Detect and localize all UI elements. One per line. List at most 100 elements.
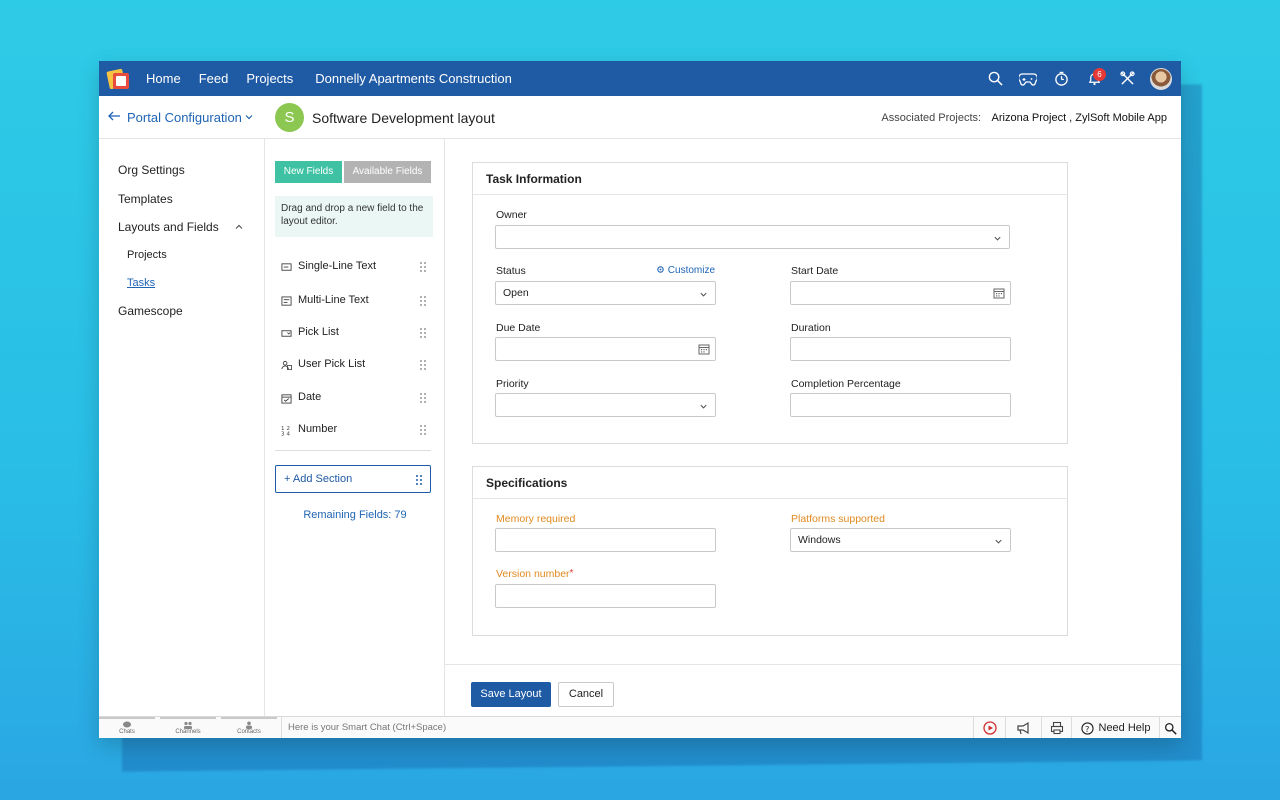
add-section-label: + Add Section bbox=[284, 473, 353, 485]
duration-field[interactable] bbox=[790, 337, 1011, 361]
field-pick-list[interactable]: Pick List bbox=[281, 326, 431, 342]
field-label: User Pick List bbox=[298, 358, 366, 370]
sidebar-item-projects[interactable]: Projects bbox=[127, 249, 167, 261]
sidebar-item-gamescope[interactable]: Gamescope bbox=[118, 304, 183, 318]
owner-select[interactable] bbox=[495, 225, 1010, 249]
portal-configuration-link[interactable]: Portal Configuration bbox=[127, 110, 242, 125]
section-task-information[interactable]: Task Information Owner Status Customize … bbox=[472, 162, 1068, 444]
cancel-button[interactable]: Cancel bbox=[558, 682, 614, 707]
tools-icon[interactable] bbox=[1117, 69, 1137, 89]
add-section-button[interactable]: + Add Section bbox=[275, 465, 431, 493]
timer-icon[interactable] bbox=[1051, 69, 1071, 89]
chat-bubble-icon bbox=[123, 721, 131, 728]
page-title: Software Development layout bbox=[312, 110, 495, 126]
contacts-tab[interactable]: Contacts bbox=[221, 717, 277, 738]
drag-handle-icon[interactable] bbox=[419, 392, 427, 404]
gamepad-icon[interactable] bbox=[1018, 69, 1038, 89]
drag-handle-icon[interactable] bbox=[419, 327, 427, 339]
editor-footer: Save Layout Cancel bbox=[445, 664, 1181, 716]
associated-projects: Associated Projects: Arizona Project , Z… bbox=[881, 112, 1167, 124]
app-logo-icon[interactable] bbox=[106, 68, 130, 90]
play-button[interactable] bbox=[973, 717, 1005, 738]
smart-chat-input[interactable]: Here is your Smart Chat (Ctrl+Space) bbox=[281, 717, 971, 738]
priority-label: Priority bbox=[496, 378, 529, 390]
nav-feed[interactable]: Feed bbox=[199, 71, 229, 86]
field-number[interactable]: 1234 Number bbox=[281, 423, 431, 439]
sidebar-item-layouts-and-fields[interactable]: Layouts and Fields bbox=[118, 220, 219, 234]
drag-handle-icon[interactable] bbox=[419, 295, 427, 307]
platforms-supported-label: Platforms supported bbox=[791, 513, 885, 525]
drag-handle-icon[interactable] bbox=[419, 424, 427, 436]
field-label: Multi-Line Text bbox=[298, 294, 369, 306]
chevron-down-icon bbox=[700, 404, 707, 409]
nav-projects[interactable]: Projects bbox=[246, 71, 293, 86]
chat-bar: Chats Channels Contacts Here is your Sma… bbox=[99, 716, 1181, 738]
customize-link[interactable]: Customize bbox=[656, 265, 715, 276]
duration-label: Duration bbox=[791, 322, 831, 334]
status-select[interactable]: Open bbox=[495, 281, 716, 305]
play-icon bbox=[982, 721, 997, 735]
chevron-down-icon bbox=[700, 292, 707, 297]
field-single-line-text[interactable]: Single-Line Text bbox=[281, 260, 431, 276]
calendar-icon[interactable] bbox=[993, 287, 1005, 299]
channels-tab[interactable]: Channels bbox=[160, 717, 216, 738]
memory-required-field[interactable] bbox=[495, 528, 716, 552]
single-line-text-icon bbox=[281, 263, 292, 271]
need-help-button[interactable]: ? Need Help bbox=[1071, 717, 1159, 738]
back-arrow-icon[interactable] bbox=[107, 109, 121, 123]
priority-select[interactable] bbox=[495, 393, 716, 417]
megaphone-icon bbox=[1016, 721, 1029, 735]
drag-handle-icon[interactable] bbox=[419, 359, 427, 371]
need-help-label: Need Help bbox=[1098, 722, 1151, 734]
number-icon: 1 23 4 bbox=[281, 426, 291, 436]
version-number-text: Version number bbox=[496, 568, 570, 580]
drag-hint: Drag and drop a new field to the layout … bbox=[275, 196, 433, 237]
print-button[interactable] bbox=[1041, 717, 1071, 738]
field-date[interactable]: Date bbox=[281, 391, 431, 407]
channels-label: Channels bbox=[175, 729, 201, 735]
remaining-fields: Remaining Fields: 79 bbox=[303, 509, 407, 521]
sidebar-item-org-settings[interactable]: Org Settings bbox=[118, 163, 185, 177]
chats-tab[interactable]: Chats bbox=[99, 717, 155, 738]
nav-home[interactable]: Home bbox=[146, 71, 181, 86]
field-user-pick-list[interactable]: User Pick List bbox=[281, 358, 431, 374]
layout-editor: Task Information Owner Status Customize … bbox=[445, 139, 1181, 664]
gear-icon bbox=[657, 266, 664, 273]
tab-available-fields[interactable]: Available Fields bbox=[344, 161, 431, 183]
save-layout-button[interactable]: Save Layout bbox=[471, 682, 551, 707]
associated-projects-label: Associated Projects: bbox=[881, 112, 982, 124]
field-label: Date bbox=[298, 391, 322, 403]
app-window: Home Feed Projects Donnelly Apartments C… bbox=[99, 61, 1181, 738]
notification-bell-icon[interactable]: 6 bbox=[1084, 67, 1106, 89]
contacts-label: Contacts bbox=[237, 729, 261, 735]
sidebar-item-templates[interactable]: Templates bbox=[118, 192, 173, 206]
chevron-down-icon bbox=[995, 539, 1002, 544]
chat-search-button[interactable] bbox=[1159, 717, 1181, 738]
due-date-label: Due Date bbox=[496, 322, 541, 334]
platforms-supported-select[interactable]: Windows bbox=[790, 528, 1011, 552]
svg-text:4: 4 bbox=[287, 432, 291, 436]
multi-line-text-icon bbox=[281, 296, 292, 306]
chevron-down-icon[interactable] bbox=[244, 112, 254, 122]
completion-percentage-field[interactable] bbox=[790, 393, 1011, 417]
due-date-field[interactable] bbox=[495, 337, 716, 361]
calendar-icon[interactable] bbox=[698, 343, 710, 355]
chevron-down-icon bbox=[994, 236, 1001, 241]
section-specifications[interactable]: Specifications Memory required Platforms… bbox=[472, 466, 1068, 636]
chevron-up-icon[interactable] bbox=[234, 222, 244, 232]
drag-handle-icon[interactable] bbox=[415, 474, 423, 486]
nav-current-project[interactable]: Donnelly Apartments Construction bbox=[315, 71, 512, 86]
user-avatar[interactable] bbox=[1150, 67, 1172, 90]
sidebar-item-tasks[interactable]: Tasks bbox=[127, 277, 155, 289]
field-multi-line-text[interactable]: Multi-Line Text bbox=[281, 294, 431, 310]
field-label: Pick List bbox=[298, 326, 339, 338]
drag-handle-icon[interactable] bbox=[419, 261, 427, 273]
start-date-field[interactable] bbox=[790, 281, 1011, 305]
tab-new-fields[interactable]: New Fields bbox=[275, 161, 342, 183]
version-number-field[interactable] bbox=[495, 584, 716, 608]
customize-label: Customize bbox=[667, 265, 716, 276]
associated-projects-list[interactable]: Arizona Project , ZylSoft Mobile App bbox=[992, 112, 1167, 124]
announcement-button[interactable] bbox=[1005, 717, 1041, 738]
search-icon[interactable] bbox=[985, 69, 1005, 89]
settings-sidebar: Org Settings Templates Layouts and Field… bbox=[99, 139, 265, 716]
